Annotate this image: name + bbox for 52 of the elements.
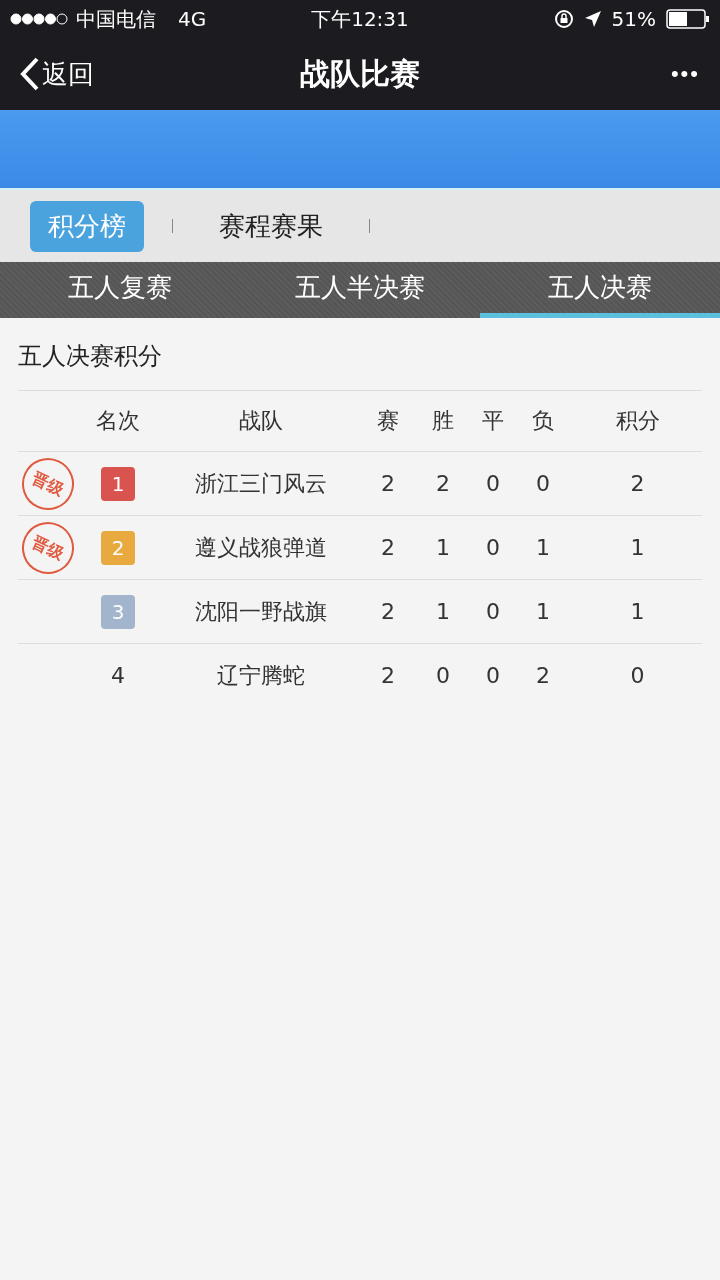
table-cell: 2 bbox=[381, 663, 395, 688]
table-cell: 0 bbox=[630, 663, 645, 688]
table-cell: 1 bbox=[536, 599, 550, 624]
battery-percent: 51% bbox=[611, 7, 656, 31]
location-arrow-icon bbox=[583, 10, 602, 28]
column-header: 平 bbox=[482, 408, 504, 433]
segment-tab[interactable]: 赛程赛果 bbox=[201, 200, 341, 252]
back-button[interactable]: 返回 bbox=[20, 56, 94, 92]
team-name: 遵义战狼弹道 bbox=[194, 534, 327, 560]
column-header: 战队 bbox=[238, 408, 283, 433]
table-cell: 1 bbox=[436, 535, 450, 560]
signal-icon bbox=[10, 13, 68, 25]
tab[interactable]: 五人复赛 bbox=[0, 262, 240, 318]
table-cell: 1 bbox=[436, 599, 450, 624]
rank: 4 bbox=[111, 663, 125, 688]
table-cell: 1 bbox=[630, 535, 645, 560]
team-name: 辽宁腾蛇 bbox=[216, 662, 305, 688]
battery-icon bbox=[666, 9, 710, 29]
page-title: 战队比赛 bbox=[300, 55, 420, 91]
table-cell: 1 bbox=[630, 599, 645, 624]
more-button[interactable]: ••• bbox=[670, 61, 700, 87]
table-cell: 0 bbox=[486, 663, 500, 688]
table-cell: 2 bbox=[536, 663, 550, 688]
tab[interactable]: 五人半决赛 bbox=[240, 262, 480, 318]
column-header: 积分 bbox=[615, 408, 660, 433]
table-cell: 2 bbox=[630, 471, 645, 496]
column-header: 负 bbox=[532, 408, 554, 433]
table-cell: 2 bbox=[381, 599, 395, 624]
table-cell: 2 bbox=[381, 535, 395, 560]
network-type: 4G bbox=[178, 7, 207, 31]
table-cell: 0 bbox=[536, 471, 550, 496]
table-cell: 0 bbox=[436, 663, 450, 688]
team-name: 浙江三门风云 bbox=[194, 470, 327, 496]
section-title: 五人决赛积分 bbox=[18, 342, 162, 370]
rank-badge: 2 bbox=[101, 530, 135, 565]
rank-badge: 1 bbox=[101, 466, 135, 501]
rotation-lock-icon bbox=[553, 9, 574, 29]
table-cell: 0 bbox=[486, 599, 500, 624]
tab[interactable]: 五人决赛 bbox=[480, 262, 720, 318]
column-header: 赛 bbox=[377, 408, 399, 433]
table-cell: 2 bbox=[436, 471, 450, 496]
rank-badge: 3 bbox=[101, 594, 135, 629]
team-name: 沈阳一野战旗 bbox=[194, 598, 327, 624]
carrier: 中国电信 bbox=[76, 5, 156, 33]
table-cell: 2 bbox=[381, 471, 395, 496]
table-cell: 0 bbox=[486, 471, 500, 496]
chevron-left-icon bbox=[20, 57, 40, 91]
table-cell: 1 bbox=[536, 535, 550, 560]
table-cell: 0 bbox=[486, 535, 500, 560]
column-header: 胜 bbox=[432, 408, 454, 433]
column-header: 名次 bbox=[96, 408, 140, 433]
clock: 下午12:31 bbox=[311, 6, 409, 31]
